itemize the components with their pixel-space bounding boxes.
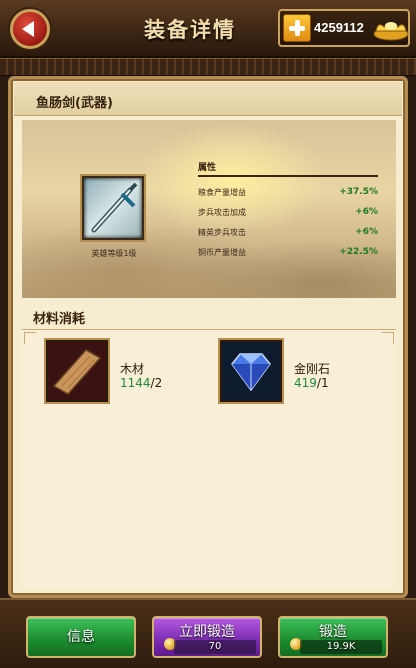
material-count: 419/1: [294, 376, 329, 390]
attribute-value: +6%: [355, 207, 378, 217]
decorative-rail: [0, 58, 416, 76]
item-header: 鱼肠剑(武器): [14, 82, 402, 116]
attributes-divider: [198, 175, 378, 177]
forge-button[interactable]: 锻造 19.9K: [278, 616, 388, 658]
attribute-row: 步兵攻击加成 +6%: [198, 207, 378, 221]
weapon-slot[interactable]: [82, 176, 144, 240]
materials-title: 材料消耗: [33, 312, 86, 327]
attribute-row: 铜币产量增益 +22.5%: [198, 247, 378, 261]
materials-area: 木材 1144/2 金刚石 419/1: [22, 329, 396, 589]
attribute-value: +22.5%: [339, 247, 378, 257]
item-name: 鱼肠剑(武器): [36, 96, 113, 111]
forge-cost: 19.9K: [300, 640, 382, 654]
attribute-label: 精英步兵攻击: [198, 228, 246, 237]
attribute-value: +6%: [355, 227, 378, 237]
gold-amount: 4259112: [314, 20, 364, 35]
gold-display[interactable]: 4259112: [278, 9, 410, 47]
attribute-row: 粮食产量增益 +37.5%: [198, 187, 378, 201]
attribute-label: 步兵攻击加成: [198, 208, 246, 217]
material-slot-wood[interactable]: [46, 340, 108, 402]
diamond-icon: [222, 342, 280, 400]
material-need: /2: [150, 376, 163, 390]
info-button[interactable]: 信息: [26, 616, 136, 658]
top-bar: 装备详情 4259112: [0, 0, 416, 58]
bottom-action-bar: 信息 立即锻造 70 锻造 19.9K: [0, 598, 416, 668]
wood-plank-icon: [48, 342, 106, 400]
hero-level-requirement: 英雄等级1级: [91, 249, 137, 258]
attribute-value: +37.5%: [339, 187, 378, 197]
material-slot-diamond[interactable]: [220, 340, 282, 402]
equipment-panel: 鱼肠剑(武器) 英雄等级1级 属性 粮食产量增益 +37.5% 步兵攻击加成 +…: [8, 76, 408, 598]
attributes-title: 属性: [198, 163, 217, 173]
info-button-label: 信息: [67, 629, 95, 645]
attribute-label: 粮食产量增益: [198, 188, 246, 197]
instant-forge-cost: 70: [174, 640, 256, 654]
material-have: 419: [294, 376, 317, 390]
attribute-label: 铜币产量增益: [198, 248, 246, 257]
item-detail-card: 英雄等级1级 属性 粮食产量增益 +37.5% 步兵攻击加成 +6% 精英步兵攻…: [22, 120, 396, 298]
corner-ornament: [382, 332, 394, 344]
instant-forge-button[interactable]: 立即锻造 70: [152, 616, 262, 658]
material-have: 1144: [120, 376, 151, 390]
material-need: /1: [316, 376, 329, 390]
material-count: 1144/2: [120, 376, 162, 390]
material-name: 金刚石: [294, 362, 331, 376]
corner-ornament: [24, 332, 36, 344]
sword-icon: [91, 182, 138, 233]
material-name: 木材: [120, 362, 145, 376]
attribute-row: 精英步兵攻击 +6%: [198, 227, 378, 241]
gold-ingot-icon: [373, 22, 409, 41]
add-gold-icon[interactable]: [283, 14, 311, 42]
